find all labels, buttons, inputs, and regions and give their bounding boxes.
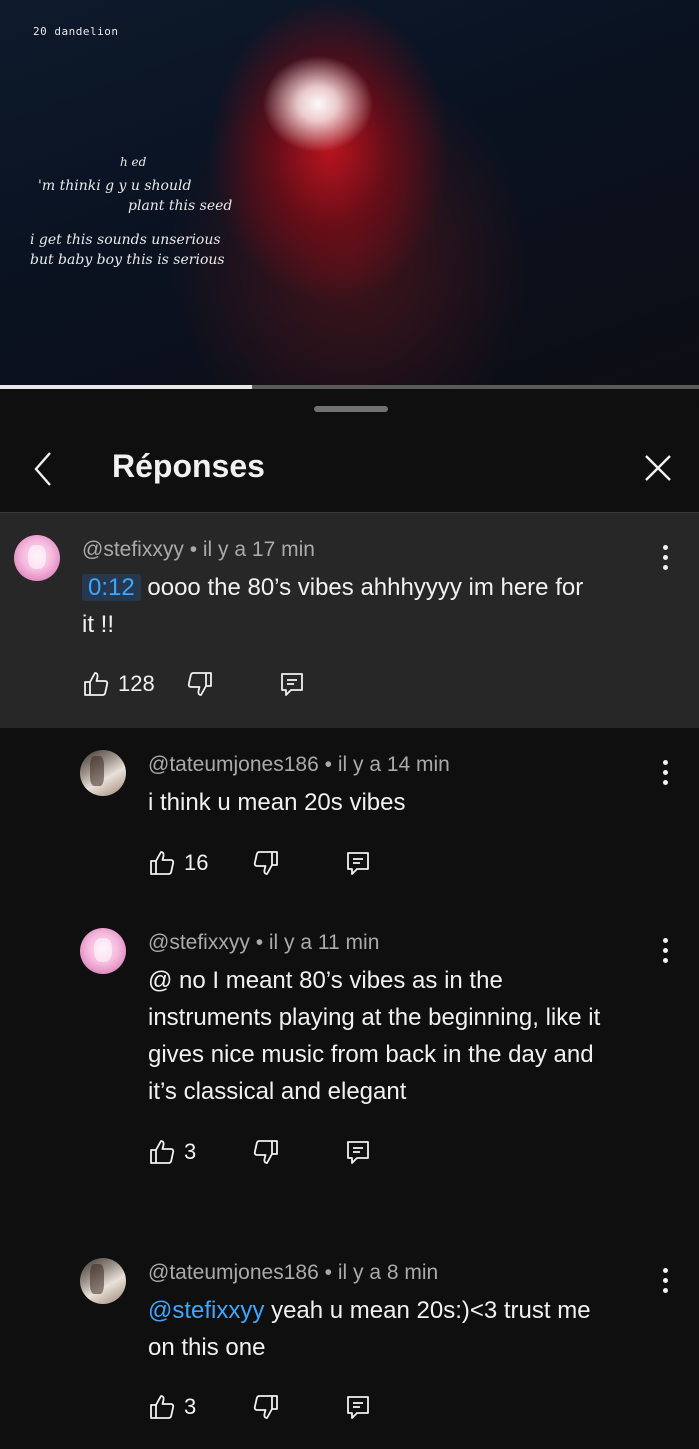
comment-text-line: instruments playing at the beginning, li… bbox=[148, 1004, 601, 1031]
avatar[interactable] bbox=[14, 535, 60, 581]
lyric-line: plant this seed bbox=[128, 198, 233, 214]
comment-meta: @stefixxyy • il y a 11 min bbox=[148, 931, 379, 955]
replies-panel: Réponses @stefixxyy • il y a 17 min 0:12… bbox=[0, 392, 699, 1449]
like-count: 128 bbox=[118, 671, 155, 696]
reply-comment: @stefixxyy • il y a 11 min @ no I meant … bbox=[0, 907, 699, 1227]
lyric-line: h ed bbox=[120, 155, 147, 169]
like-count: 16 bbox=[184, 850, 209, 875]
comment-author[interactable]: @stefixxyy bbox=[82, 538, 184, 561]
more-vertical-icon[interactable] bbox=[660, 545, 670, 573]
like-button[interactable]: 16 bbox=[148, 848, 208, 878]
meta-separator: • bbox=[255, 931, 264, 954]
meta-separator: • bbox=[189, 538, 198, 561]
like-button[interactable]: 3 bbox=[148, 1137, 196, 1167]
thumbs-up-icon bbox=[84, 672, 109, 696]
comment-author[interactable]: @stefixxyy bbox=[148, 931, 250, 954]
reply-icon bbox=[281, 673, 303, 696]
comment-text: @ no I meant 80’s vibes as in the instru… bbox=[148, 962, 678, 1110]
thumbs-down-icon bbox=[187, 672, 212, 696]
comment-time: il y a 8 min bbox=[337, 1261, 439, 1284]
comment-text-line: it !! bbox=[82, 611, 115, 638]
meta-separator: • bbox=[324, 1261, 332, 1284]
reply-button[interactable] bbox=[344, 848, 372, 878]
reply-comment: @tateumjones186 • il y a 8 min @stefixxy… bbox=[0, 1237, 699, 1449]
close-icon[interactable] bbox=[640, 450, 676, 486]
dislike-button[interactable] bbox=[252, 1137, 280, 1167]
mention-link[interactable]: @stefixxyy bbox=[148, 1297, 264, 1324]
reply-button[interactable] bbox=[344, 1137, 372, 1167]
meta-separator: • bbox=[324, 753, 332, 776]
comment-text-line: gives nice music from back in the day an… bbox=[148, 1041, 594, 1068]
video-progress-bar[interactable] bbox=[0, 385, 699, 389]
reply-comment: @tateumjones186 • il y a 14 min i think … bbox=[0, 729, 699, 907]
comment-actions: 16 bbox=[148, 848, 388, 878]
lyric-line: i get this sounds unserious bbox=[30, 232, 221, 248]
thumbs-up-icon bbox=[150, 1395, 175, 1419]
lyric-line: but baby boy this is serious bbox=[30, 252, 225, 268]
comment-meta: @stefixxyy • il y a 17 min bbox=[82, 538, 315, 562]
like-count: 3 bbox=[184, 1394, 197, 1419]
thumbs-down-icon bbox=[253, 1395, 278, 1419]
comment-actions: 3 bbox=[148, 1392, 388, 1422]
comment-time: il y a 14 min bbox=[337, 753, 450, 776]
comment-text: @stefixxyy yeah u mean 20s:)<3 trust me o… bbox=[148, 1292, 678, 1366]
comment-text: 0:12 oooo the 80’s vibes ahhhyyyy im her… bbox=[82, 569, 662, 643]
timestamp-link[interactable]: 0:12 bbox=[82, 574, 141, 601]
reply-icon bbox=[347, 852, 369, 875]
thumbs-down-icon bbox=[253, 1140, 278, 1164]
thumbs-down-icon bbox=[253, 851, 278, 875]
chevron-left-icon[interactable] bbox=[28, 447, 60, 491]
avatar[interactable] bbox=[80, 750, 126, 796]
video-caption-tag: 20 dandelion bbox=[33, 25, 119, 38]
comment-text-line: on this one bbox=[148, 1334, 266, 1361]
comment-text-line: @ no I meant 80’s vibes as in the bbox=[148, 967, 503, 994]
comment-text-line: oooo the 80’s vibes ahhhyyyy im here for bbox=[147, 574, 584, 601]
thumbs-up-icon bbox=[150, 851, 175, 875]
comment-text-line: it’s classical and elegant bbox=[148, 1078, 407, 1105]
reply-icon bbox=[347, 1141, 369, 1164]
parent-comment: @stefixxyy • il y a 17 min 0:12 oooo the… bbox=[0, 513, 699, 728]
like-count: 3 bbox=[184, 1139, 197, 1164]
reply-button[interactable] bbox=[278, 669, 306, 699]
comment-time: il y a 17 min bbox=[202, 538, 315, 561]
panel-title: Réponses bbox=[112, 448, 265, 484]
more-vertical-icon[interactable] bbox=[660, 1268, 670, 1296]
comment-time: il y a 11 min bbox=[268, 931, 380, 954]
video-progress-fill bbox=[0, 385, 252, 389]
reply-icon bbox=[347, 1396, 369, 1419]
comment-meta: @tateumjones186 • il y a 8 min bbox=[148, 1261, 438, 1285]
dislike-button[interactable] bbox=[252, 1392, 280, 1422]
like-button[interactable]: 128 bbox=[82, 669, 155, 699]
video-player[interactable]: 20 dandelion h ed 'm thinki g y u should… bbox=[0, 0, 699, 388]
comment-author[interactable]: @tateumjones186 bbox=[148, 753, 319, 776]
comment-actions: 128 bbox=[82, 669, 322, 699]
comment-author[interactable]: @tateumjones186 bbox=[148, 1261, 319, 1284]
lyric-line: 'm thinki g y u should bbox=[38, 178, 192, 194]
comment-text: i think u mean 20s vibes bbox=[148, 789, 406, 816]
more-vertical-icon[interactable] bbox=[660, 760, 670, 788]
comment-meta: @tateumjones186 • il y a 14 min bbox=[148, 753, 450, 777]
dislike-button[interactable] bbox=[252, 848, 280, 878]
like-button[interactable]: 3 bbox=[148, 1392, 196, 1422]
avatar[interactable] bbox=[80, 928, 126, 974]
comment-text-line: yeah u mean 20s:)<3 trust me bbox=[271, 1297, 591, 1324]
dislike-button[interactable] bbox=[186, 669, 214, 699]
drag-handle[interactable] bbox=[314, 406, 388, 412]
reply-button[interactable] bbox=[344, 1392, 372, 1422]
thumbs-up-icon bbox=[150, 1140, 175, 1164]
avatar[interactable] bbox=[80, 1258, 126, 1304]
comment-actions: 3 bbox=[148, 1137, 388, 1167]
more-vertical-icon[interactable] bbox=[660, 938, 670, 966]
